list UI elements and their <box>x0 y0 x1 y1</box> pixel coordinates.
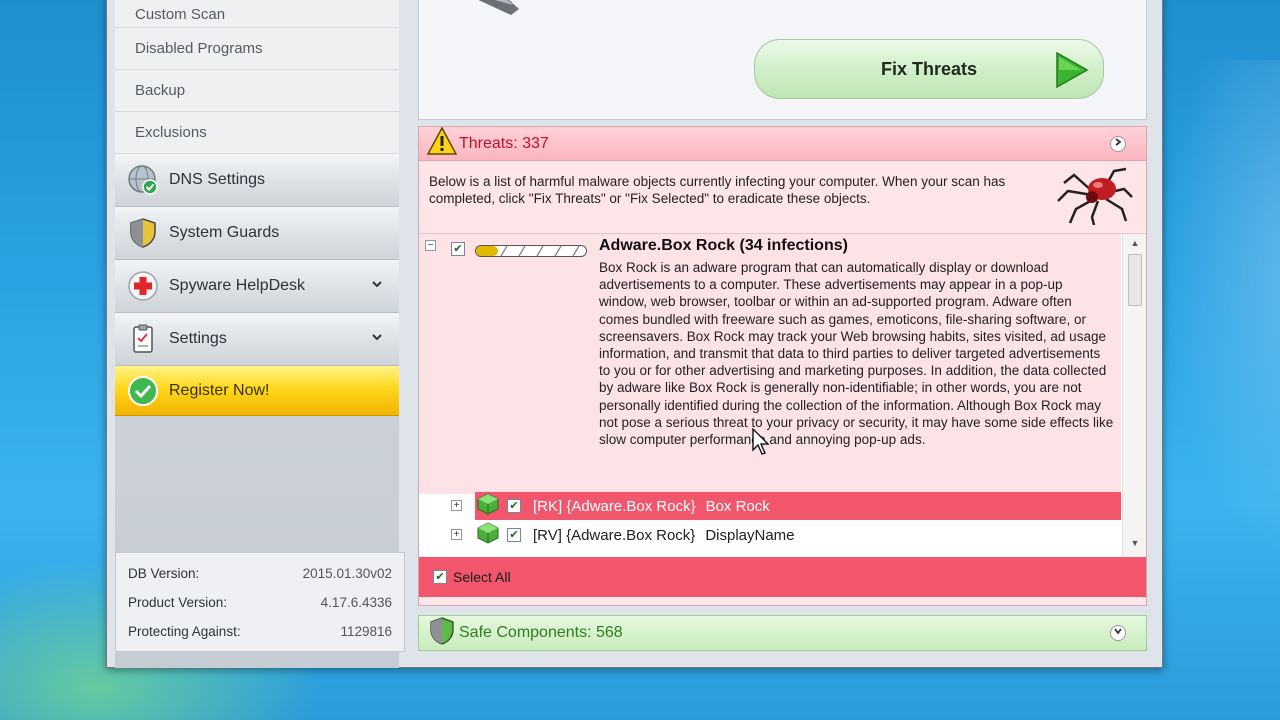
sidebar-item-dns-settings[interactable]: DNS Settings <box>115 154 399 207</box>
product-version-row: Product Version: 4.17.6.4336 <box>128 588 392 617</box>
expand-icon[interactable]: + <box>451 500 462 511</box>
sidebar-item-settings[interactable]: Settings <box>115 313 399 366</box>
registry-cube-icon <box>477 493 499 519</box>
sidebar-item-exclusions[interactable]: Exclusions <box>115 112 399 154</box>
registry-cube-icon <box>477 522 499 548</box>
fix-threats-button[interactable]: Fix Threats <box>754 39 1104 99</box>
product-version-value: 4.17.6.4336 <box>320 595 392 610</box>
select-all-checkbox[interactable]: ✔ <box>433 570 447 584</box>
sidebar-item-system-guards[interactable]: System Guards <box>115 207 399 260</box>
shield-icon <box>127 217 159 249</box>
scroll-thumb[interactable] <box>1128 254 1142 306</box>
sidebar-item-custom-scan[interactable]: Custom Scan <box>115 0 399 28</box>
app-window: Custom Scan Disabled Programs Backup Exc… <box>106 0 1163 668</box>
threat-list: − ✔ Adware.Box Rock (34 infections) Box … <box>419 233 1146 557</box>
sidebar: Custom Scan Disabled Programs Backup Exc… <box>115 0 405 668</box>
clipboard-icon <box>127 323 159 355</box>
main-content: Fix Threats Threats: 337 Below is a list… <box>418 0 1147 658</box>
sidebar-item-label: Spyware HelpDesk <box>169 277 306 294</box>
version-info-box: DB Version: 2015.01.30v02 Product Versio… <box>115 552 405 652</box>
scan-submenu: Custom Scan Disabled Programs Backup Exc… <box>115 0 399 154</box>
scanner-graphic-icon <box>439 0 529 21</box>
shield-icon <box>429 616 455 650</box>
chevron-right-icon[interactable] <box>1110 136 1126 152</box>
sidebar-item-spyware-helpdesk[interactable]: Spyware HelpDesk <box>115 260 399 313</box>
select-all-bar: ✔ Select All <box>419 557 1146 597</box>
sidebar-item-disabled-programs[interactable]: Disabled Programs <box>115 28 399 70</box>
collapse-icon[interactable]: − <box>425 240 436 251</box>
threat-list-scrollbar[interactable]: ▲ ▼ <box>1122 234 1146 557</box>
protecting-against-row: Protecting Against: 1129816 <box>128 617 392 646</box>
spider-icon <box>1054 161 1134 229</box>
mouse-cursor-icon <box>752 428 770 455</box>
green-check-icon <box>127 375 159 407</box>
threat-checkbox[interactable]: ✔ <box>451 242 465 256</box>
threat-row[interactable]: + ✔ [RK] {Adware.Box Rock} Box Rock <box>451 492 1121 520</box>
row-name: DisplayName <box>705 526 795 544</box>
chevron-down-icon[interactable] <box>1110 625 1126 641</box>
register-now-button[interactable]: Register Now! <box>115 366 399 416</box>
select-all-label[interactable]: Select All <box>453 569 511 585</box>
action-panel: Fix Threats <box>418 0 1147 120</box>
warning-icon <box>426 126 458 160</box>
sidebar-item-backup[interactable]: Backup <box>115 70 399 112</box>
sidebar-item-label: DNS Settings <box>169 171 266 188</box>
threat-row[interactable]: + ✔ [RV] {Adware.Box Rock} DisplayName <box>451 521 1121 549</box>
scroll-up-icon[interactable]: ▲ <box>1129 238 1141 250</box>
scroll-down-icon[interactable]: ▼ <box>1129 538 1141 550</box>
row-checkbox[interactable]: ✔ <box>507 499 521 513</box>
row-tag: [RV] {Adware.Box Rock} <box>533 526 696 544</box>
desktop-background-light <box>1160 60 1280 560</box>
chevron-down-icon[interactable] <box>369 331 385 347</box>
chevron-down-icon[interactable] <box>369 278 385 294</box>
sidebar-item-label: Settings <box>169 330 227 347</box>
sidebar-item-label: System Guards <box>169 224 280 241</box>
protecting-against-value: 1129816 <box>340 624 392 639</box>
threats-panel: Threats: 337 Below is a list of harmful … <box>418 126 1147 606</box>
threats-header[interactable]: Threats: 337 <box>419 126 1146 161</box>
safe-components-count: Safe Components: 568 <box>459 624 623 641</box>
db-version-value: 2015.01.30v02 <box>302 566 392 581</box>
play-arrow-icon <box>1051 50 1091 95</box>
row-checkbox[interactable]: ✔ <box>507 528 521 542</box>
row-name: Box Rock <box>705 497 770 515</box>
db-version-row: DB Version: 2015.01.30v02 <box>128 559 392 588</box>
threat-title: Adware.Box Rock (34 infections) <box>599 237 848 254</box>
threats-description: Below is a list of harmful malware objec… <box>419 161 1146 231</box>
register-label: Register Now! <box>169 381 270 399</box>
safe-components-header[interactable]: Safe Components: 568 <box>418 615 1147 651</box>
expand-icon[interactable]: + <box>451 529 462 540</box>
severity-meter <box>475 244 587 257</box>
globe-check-icon <box>127 164 159 196</box>
threat-description-text: Box Rock is an adware program that can a… <box>599 260 1114 448</box>
threats-count: Threats: 337 <box>459 134 549 152</box>
red-cross-icon <box>127 270 159 302</box>
row-tag: [RK] {Adware.Box Rock} <box>533 497 696 515</box>
